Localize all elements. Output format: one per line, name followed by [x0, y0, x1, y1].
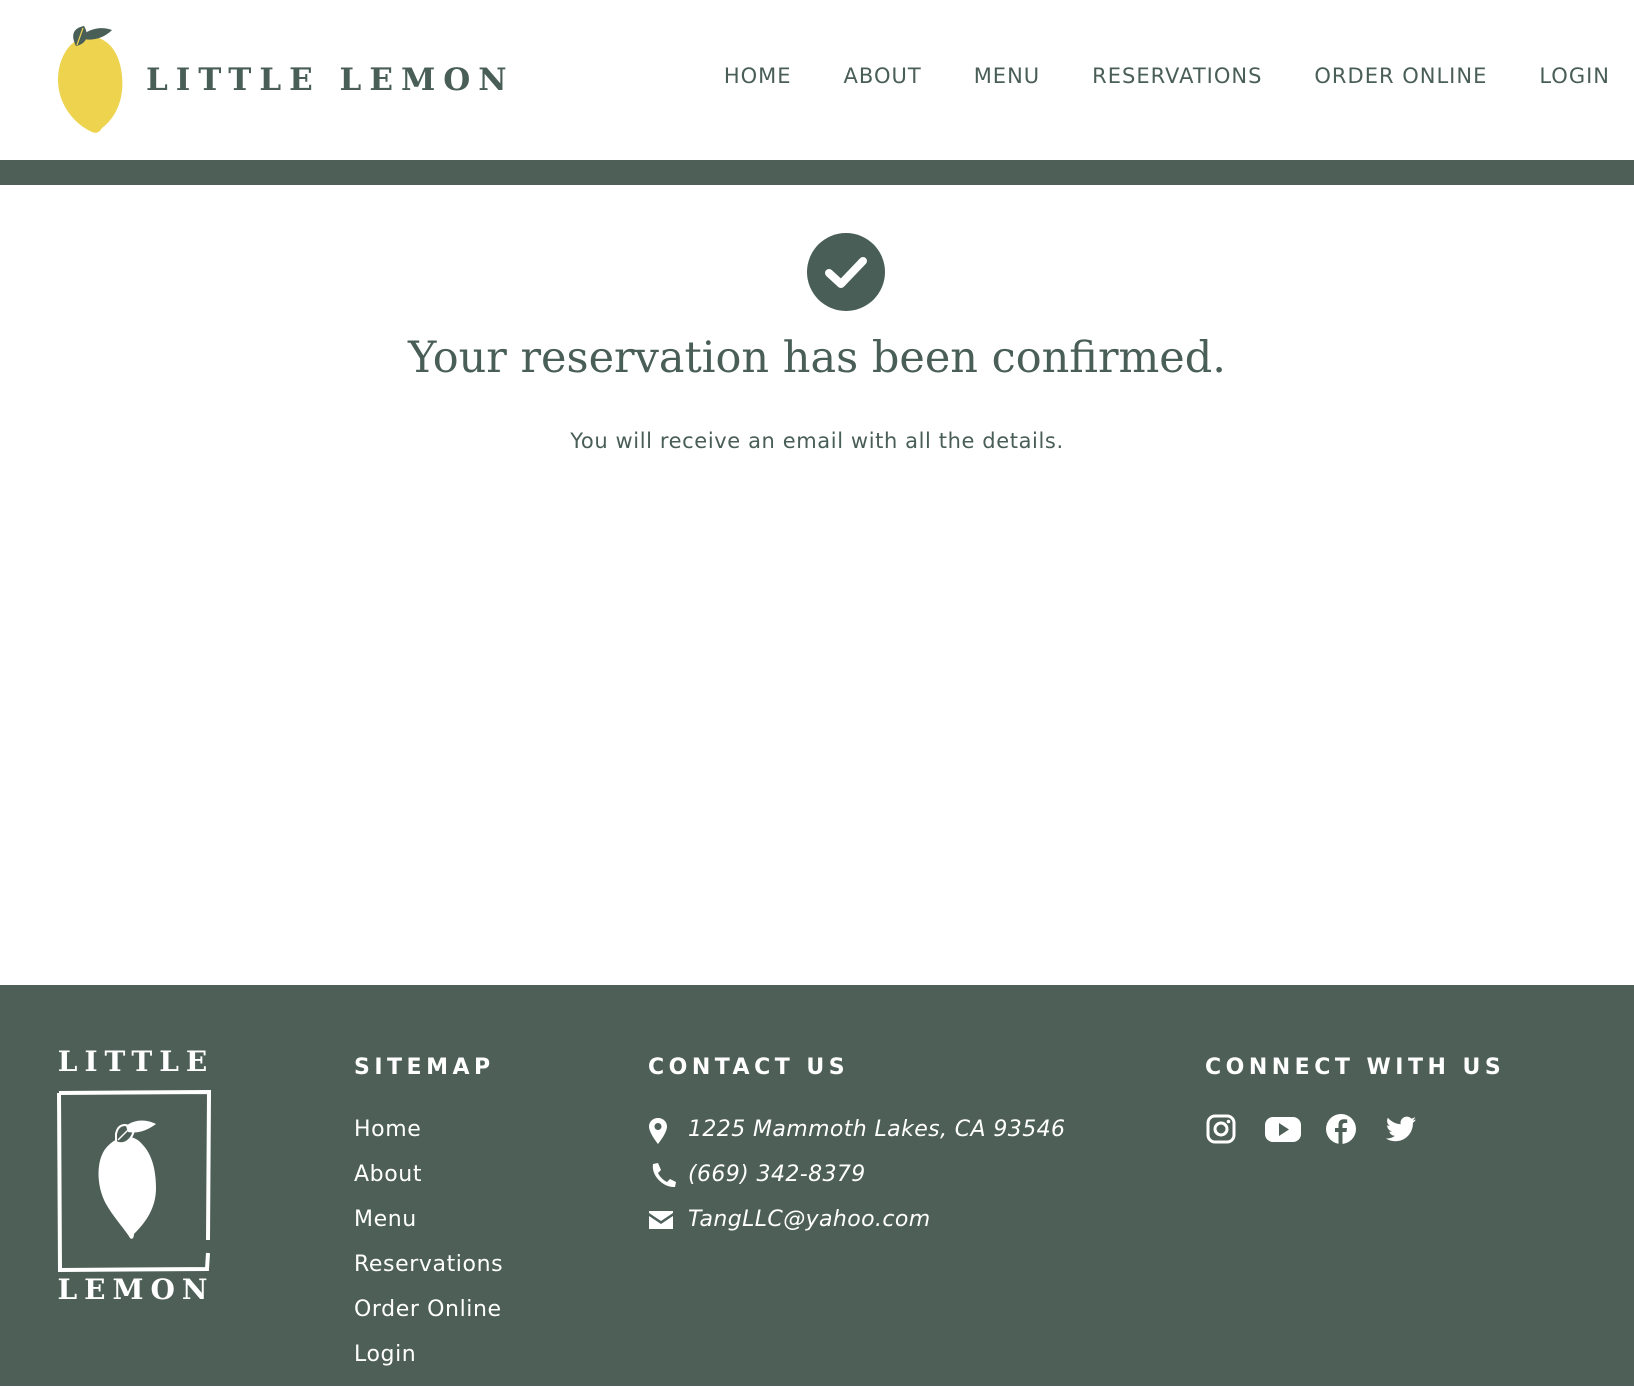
brand-name[interactable]: LITTLE LEMON	[146, 62, 515, 98]
confirmation-title: Your reservation has been confirmed.	[408, 333, 1226, 383]
phone-icon	[652, 1163, 676, 1188]
footer-logo-bottom-text: LEMON	[57, 1273, 215, 1306]
main-nav: HOME ABOUT MENU RESERVATIONS ORDER ONLIN…	[724, 64, 1610, 88]
contact-title: CONTACT US	[648, 1055, 850, 1080]
facebook-icon[interactable]	[1325, 1113, 1357, 1145]
confirmation-subtitle: You will receive an email with all the d…	[570, 429, 1064, 453]
contact-email-text[interactable]: TangLLC@yahoo.com	[688, 1207, 931, 1232]
nav-home[interactable]: HOME	[724, 64, 792, 88]
nav-login[interactable]: LOGIN	[1539, 64, 1610, 88]
contact-phone: (669) 342-8379	[648, 1162, 1065, 1207]
connect-title: CONNECT WITH US	[1205, 1055, 1506, 1080]
check-circle-icon	[807, 233, 885, 311]
sitemap-title: SITEMAP	[354, 1055, 495, 1080]
footer-link-about[interactable]: About	[354, 1162, 422, 1187]
twitter-icon[interactable]	[1385, 1113, 1417, 1145]
instagram-icon[interactable]	[1205, 1113, 1237, 1145]
footer-logo-top-text: LITTLE	[57, 1045, 215, 1078]
contact-list: 1225 Mammoth Lakes, CA 93546 (669) 342-8…	[648, 1117, 1065, 1252]
footer-link-login[interactable]: Login	[354, 1342, 416, 1367]
nav-reservations[interactable]: RESERVATIONS	[1092, 64, 1262, 88]
social-links	[1205, 1113, 1417, 1145]
site-header: LITTLE LEMON HOME ABOUT MENU RESERVATION…	[0, 0, 1634, 160]
nav-about[interactable]: ABOUT	[844, 64, 922, 88]
confirmation-section: Your reservation has been confirmed. You…	[0, 185, 1634, 985]
footer-link-menu[interactable]: Menu	[354, 1207, 417, 1232]
map-pin-icon	[649, 1118, 667, 1144]
contact-phone-text[interactable]: (669) 342-8379	[688, 1162, 866, 1187]
nav-order-online[interactable]: ORDER ONLINE	[1314, 64, 1487, 88]
lemon-logo-icon[interactable]	[56, 24, 126, 136]
sitemap-list: Home About Menu Reservations Order Onlin…	[354, 1117, 503, 1387]
header-divider-band	[0, 160, 1634, 185]
footer-link-home[interactable]: Home	[354, 1117, 421, 1142]
contact-address-text: 1225 Mammoth Lakes, CA 93546	[688, 1117, 1066, 1142]
footer-link-order-online[interactable]: Order Online	[354, 1297, 502, 1322]
footer-link-reservations[interactable]: Reservations	[354, 1252, 503, 1277]
youtube-icon[interactable]	[1265, 1113, 1301, 1145]
envelope-icon	[649, 1211, 673, 1229]
nav-menu[interactable]: MENU	[974, 64, 1040, 88]
contact-address: 1225 Mammoth Lakes, CA 93546	[648, 1117, 1065, 1162]
footer-lemon-icon	[57, 1090, 212, 1272]
site-footer: LITTLE LEMON SITEMAP Home About Menu Res…	[0, 985, 1634, 1386]
contact-email: TangLLC@yahoo.com	[648, 1207, 1065, 1252]
